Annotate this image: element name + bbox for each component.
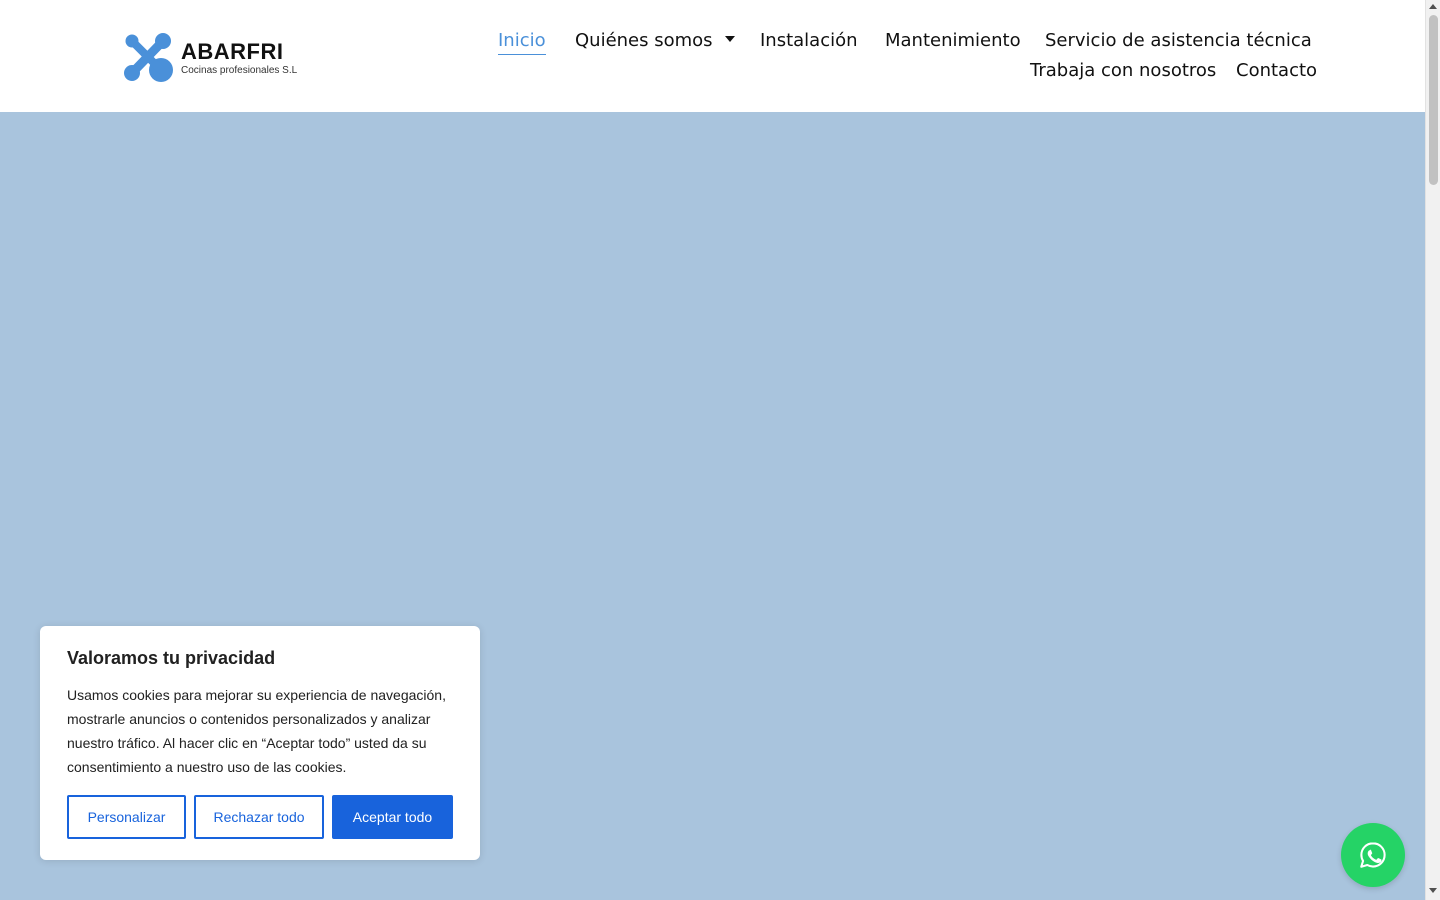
cookie-consent-banner: Valoramos tu privacidad Usamos cookies p… [40, 626, 480, 860]
customize-button[interactable]: Personalizar [67, 795, 186, 839]
accept-all-button[interactable]: Aceptar todo [332, 795, 453, 839]
nav-item-mantenimiento[interactable]: Mantenimiento [885, 29, 1021, 53]
scrollbar-thumb[interactable] [1429, 15, 1438, 185]
reject-all-button[interactable]: Rechazar todo [194, 795, 324, 839]
page: ABARFRI Cocinas profesionales S.L Inicio… [0, 0, 1440, 900]
nav-item-trabaja-con-nosotros[interactable]: Trabaja con nosotros [1030, 59, 1216, 83]
nav-item-label: Quiénes somos [575, 30, 713, 51]
page-scrollbar[interactable] [1425, 0, 1440, 900]
scroll-down-icon[interactable] [1429, 888, 1437, 893]
nav-item-asistencia-tecnica[interactable]: Servicio de asistencia técnica [1045, 29, 1312, 53]
whatsapp-icon [1360, 842, 1386, 868]
logo-mark-icon [124, 33, 173, 82]
scroll-up-icon[interactable] [1429, 4, 1437, 9]
brand-tagline: Cocinas profesionales S.L [181, 65, 298, 76]
nav-item-inicio[interactable]: Inicio [498, 29, 546, 55]
site-header: ABARFRI Cocinas profesionales S.L Inicio… [0, 0, 1425, 112]
cookie-description: Usamos cookies para mejorar su experienc… [67, 687, 446, 775]
chevron-down-icon [724, 36, 735, 42]
whatsapp-button[interactable] [1341, 823, 1405, 887]
nav-item-instalacion[interactable]: Instalación [760, 29, 858, 53]
site-logo[interactable]: ABARFRI Cocinas profesionales S.L [123, 32, 303, 82]
nav-item-quienes-somos[interactable]: Quiénes somos [575, 29, 735, 53]
brand-name: ABARFRI [181, 39, 284, 64]
cookie-title: Valoramos tu privacidad [67, 648, 276, 668]
nav-item-contacto[interactable]: Contacto [1236, 59, 1317, 83]
